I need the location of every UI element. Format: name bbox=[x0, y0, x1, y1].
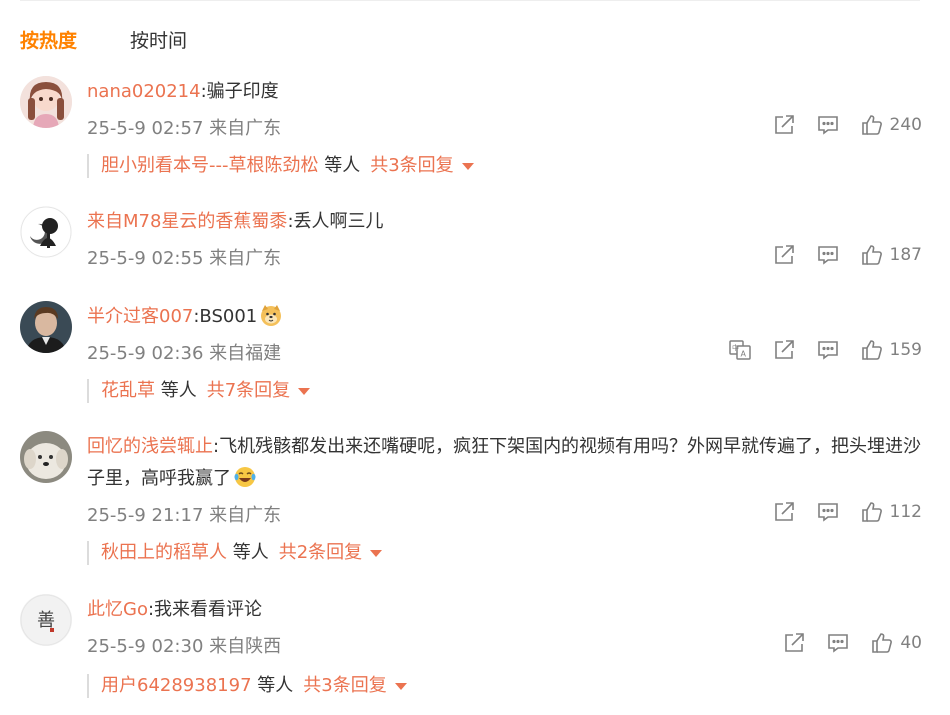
comment-time: 25-5-9 02:57 bbox=[87, 118, 204, 139]
like-count: 159 bbox=[889, 340, 922, 360]
comment-location: 来自广东 bbox=[209, 248, 282, 269]
comment-text: :丢人啊三儿 bbox=[287, 211, 384, 232]
username[interactable]: 此忆Go bbox=[87, 599, 148, 620]
username[interactable]: 半介过客007 bbox=[87, 306, 193, 327]
reply-suffix: 等人 bbox=[160, 380, 197, 401]
view-replies-link[interactable]: 共3条回复 bbox=[303, 675, 386, 696]
comment-location: 来自广东 bbox=[209, 118, 282, 139]
username[interactable]: nana020214 bbox=[87, 81, 201, 102]
thumbs-up-icon bbox=[861, 502, 882, 522]
svg-text:善: 善 bbox=[37, 610, 55, 631]
comment-icon[interactable] bbox=[816, 243, 840, 267]
like-count: 240 bbox=[889, 115, 922, 135]
reply-summary: 秋田上的稻草人 等人 共2条回复 bbox=[87, 541, 383, 565]
share-icon[interactable] bbox=[772, 113, 796, 137]
thumbs-up-icon bbox=[861, 340, 882, 360]
caret-down-icon[interactable] bbox=[298, 387, 311, 395]
share-icon[interactable] bbox=[772, 500, 796, 524]
comment-location: 来自广东 bbox=[209, 505, 282, 526]
username[interactable]: 来自M78星云的香蕉蜀黍 bbox=[87, 211, 287, 232]
share-icon[interactable] bbox=[782, 631, 806, 655]
reply-suffix: 等人 bbox=[257, 675, 294, 696]
doge-emoji bbox=[261, 305, 282, 326]
caret-down-icon[interactable] bbox=[394, 682, 407, 690]
caret-down-icon[interactable] bbox=[370, 549, 383, 557]
top-divider bbox=[20, 0, 920, 1]
thumbs-up-icon bbox=[861, 245, 882, 265]
like-button[interactable]: 159 bbox=[860, 338, 922, 362]
reply-suffix: 等人 bbox=[232, 542, 269, 563]
avatar[interactable] bbox=[20, 206, 72, 258]
like-count: 40 bbox=[900, 633, 922, 653]
like-count: 187 bbox=[889, 245, 922, 265]
reply-usernames[interactable]: 花乱草 bbox=[101, 380, 155, 401]
avatar[interactable] bbox=[20, 431, 72, 483]
username[interactable]: 回忆的浅尝辄止 bbox=[87, 436, 213, 457]
avatar[interactable] bbox=[20, 76, 72, 128]
comment-location: 来自陕西 bbox=[209, 636, 282, 657]
like-button[interactable]: 112 bbox=[860, 500, 922, 524]
comment-icon[interactable] bbox=[816, 113, 840, 137]
like-button[interactable]: 187 bbox=[860, 243, 922, 267]
thumbs-up-icon bbox=[872, 633, 893, 653]
avatar[interactable] bbox=[20, 301, 72, 353]
svg-text:中: 中 bbox=[732, 343, 739, 352]
comment-time: 25-5-9 02:30 bbox=[87, 636, 204, 657]
comment-time: 25-5-9 21:17 bbox=[87, 505, 204, 526]
comment-location: 来自福建 bbox=[209, 343, 282, 364]
comment-time: 25-5-9 02:55 bbox=[87, 248, 204, 269]
like-button[interactable]: 240 bbox=[860, 113, 922, 137]
reply-suffix: 等人 bbox=[324, 155, 361, 176]
thumbs-up-icon bbox=[861, 115, 882, 135]
comment-icon[interactable] bbox=[826, 631, 850, 655]
tab-by-popularity[interactable]: 按热度 bbox=[20, 26, 77, 53]
comment-time: 25-5-9 02:36 bbox=[87, 343, 204, 364]
view-replies-link[interactable]: 共7条回复 bbox=[207, 380, 290, 401]
reply-summary: 花乱草 等人 共7条回复 bbox=[87, 379, 311, 403]
share-icon[interactable] bbox=[772, 338, 796, 362]
comment-icon[interactable] bbox=[816, 338, 840, 362]
svg-text:A: A bbox=[740, 350, 746, 359]
comment-text: :飞机残骸都发出来还嘴硬呢，疯狂下架国内的视频有用吗？外网早就传遍了，把头埋进沙… bbox=[87, 436, 922, 489]
tab-by-time[interactable]: 按时间 bbox=[130, 26, 187, 53]
avatar[interactable]: 善 bbox=[20, 594, 72, 646]
comment-icon[interactable] bbox=[816, 500, 840, 524]
view-replies-link[interactable]: 共2条回复 bbox=[279, 542, 362, 563]
laughing-tears-emoji bbox=[234, 467, 256, 487]
translate-icon[interactable]: 中A bbox=[728, 338, 752, 362]
view-replies-link[interactable]: 共3条回复 bbox=[370, 155, 453, 176]
like-button[interactable]: 40 bbox=[870, 631, 922, 655]
comment-text: :骗子印度 bbox=[200, 81, 279, 102]
reply-usernames[interactable]: 秋田上的稻草人 bbox=[101, 542, 227, 563]
comment-text: :BS001 bbox=[193, 306, 258, 327]
reply-usernames[interactable]: 胆小别看本号---草根陈劲松 bbox=[101, 155, 318, 176]
share-icon[interactable] bbox=[772, 243, 796, 267]
reply-usernames[interactable]: 用户6428938197 bbox=[101, 675, 252, 696]
caret-down-icon[interactable] bbox=[461, 162, 474, 170]
comment-text: :我来看看评论 bbox=[147, 599, 263, 620]
like-count: 112 bbox=[889, 502, 922, 522]
reply-summary: 用户6428938197 等人 共3条回复 bbox=[87, 674, 407, 698]
reply-summary: 胆小别看本号---草根陈劲松 等人 共3条回复 bbox=[87, 154, 474, 178]
